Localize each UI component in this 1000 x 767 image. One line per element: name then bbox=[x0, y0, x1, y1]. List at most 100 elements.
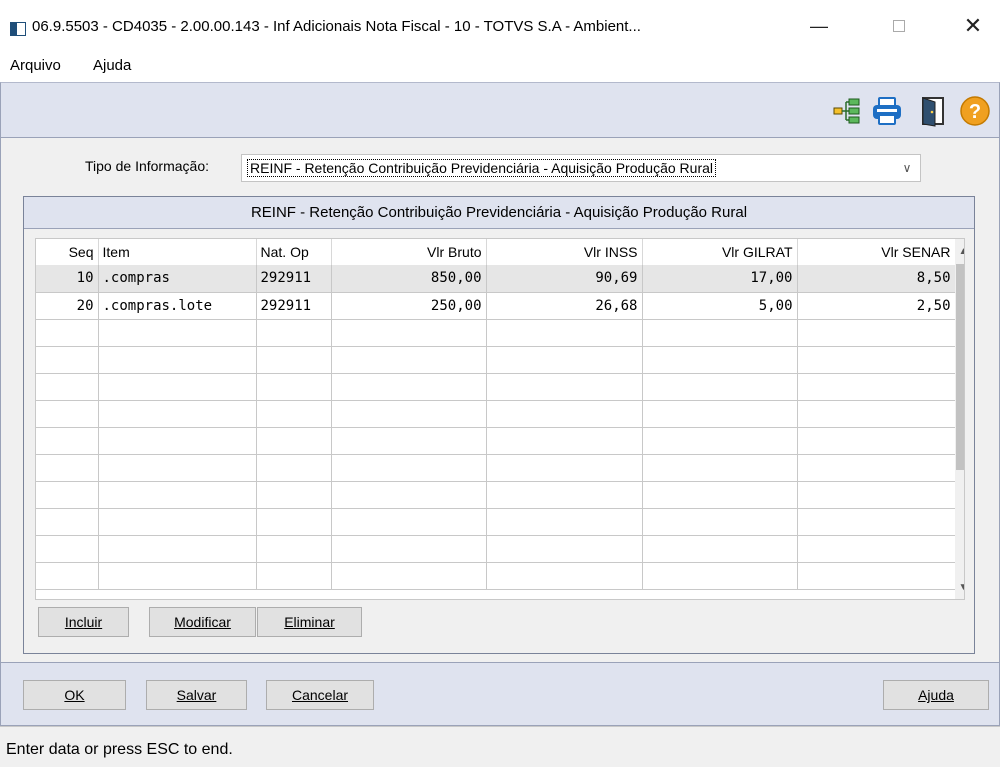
tipo-informacao-value: REINF - Retenção Contribuição Previdenci… bbox=[247, 159, 716, 177]
empty-cell bbox=[36, 508, 99, 536]
cancelar-button[interactable]: Cancelar bbox=[266, 680, 374, 710]
cell-vlr-senar: 8,50 bbox=[797, 265, 956, 293]
empty-cell bbox=[797, 427, 956, 455]
col-header-item[interactable]: Item bbox=[98, 239, 257, 265]
empty-cell bbox=[256, 373, 332, 401]
incluir-button[interactable]: Incluir bbox=[38, 607, 129, 637]
empty-cell bbox=[642, 454, 798, 482]
empty-cell bbox=[642, 346, 798, 374]
empty-cell bbox=[486, 562, 643, 590]
table-row[interactable]: 10 .compras 292911 850,00 90,69 17,00 8,… bbox=[36, 265, 956, 293]
help-icon-glyph: ? bbox=[969, 101, 981, 123]
empty-cell bbox=[331, 373, 487, 401]
empty-cell bbox=[331, 346, 487, 374]
empty-cell bbox=[642, 400, 798, 428]
empty-row bbox=[36, 346, 956, 374]
table-row[interactable]: 20 .compras.lote 292911 250,00 26,68 5,0… bbox=[36, 292, 956, 320]
empty-cell bbox=[797, 319, 956, 347]
empty-cell bbox=[36, 319, 99, 347]
grid-scrollbar[interactable]: ▲ ▼ bbox=[955, 239, 964, 599]
eliminar-button[interactable]: Eliminar bbox=[257, 607, 362, 637]
empty-cell bbox=[331, 427, 487, 455]
modificar-button[interactable]: Modificar bbox=[149, 607, 256, 637]
maximize-icon bbox=[893, 20, 905, 32]
empty-cell bbox=[98, 454, 257, 482]
ok-button[interactable]: OK bbox=[23, 680, 126, 710]
ajuda-button[interactable]: Ajuda bbox=[883, 680, 989, 710]
salvar-button[interactable]: Salvar bbox=[146, 680, 247, 710]
cell-vlr-bruto: 250,00 bbox=[331, 292, 487, 320]
empty-cell bbox=[36, 535, 99, 563]
empty-cell bbox=[98, 373, 257, 401]
footer-button-bar: OK Salvar Cancelar Ajuda bbox=[0, 662, 1000, 726]
empty-cell bbox=[98, 562, 257, 590]
empty-cell bbox=[36, 481, 99, 509]
empty-row bbox=[36, 400, 956, 428]
empty-cell bbox=[642, 373, 798, 401]
empty-cell bbox=[98, 535, 257, 563]
empty-cell bbox=[642, 481, 798, 509]
help-icon[interactable]: ? bbox=[959, 95, 991, 127]
col-header-vlr-senar[interactable]: Vlr SENAR bbox=[797, 239, 956, 265]
empty-row bbox=[36, 508, 956, 536]
empty-cell bbox=[36, 454, 99, 482]
empty-cell bbox=[797, 562, 956, 590]
scroll-down-icon[interactable]: ▼ bbox=[955, 579, 964, 595]
empty-cell bbox=[642, 319, 798, 347]
tipo-informacao-label: Tipo de Informação: bbox=[85, 158, 209, 174]
items-table: Seq Item Nat. Op Vlr Bruto Vlr INSS Vlr … bbox=[36, 239, 956, 590]
empty-cell bbox=[36, 346, 99, 374]
empty-cell bbox=[331, 562, 487, 590]
reinf-panel: REINF - Retenção Contribuição Previdenci… bbox=[23, 196, 975, 654]
menu-arquivo[interactable]: Arquivo bbox=[10, 57, 61, 74]
col-header-seq[interactable]: Seq bbox=[36, 239, 99, 265]
empty-cell bbox=[797, 454, 956, 482]
empty-row bbox=[36, 535, 956, 563]
minimize-button[interactable]: — bbox=[796, 8, 842, 44]
cell-vlr-senar: 2,50 bbox=[797, 292, 956, 320]
empty-cell bbox=[98, 319, 257, 347]
col-header-vlr-bruto[interactable]: Vlr Bruto bbox=[331, 239, 487, 265]
col-header-nat-op[interactable]: Nat. Op bbox=[256, 239, 332, 265]
items-grid[interactable]: Seq Item Nat. Op Vlr Bruto Vlr INSS Vlr … bbox=[35, 238, 965, 600]
empty-cell bbox=[642, 562, 798, 590]
cell-vlr-gilrat: 5,00 bbox=[642, 292, 798, 320]
app-icon bbox=[10, 22, 26, 36]
col-header-vlr-gilrat[interactable]: Vlr GILRAT bbox=[642, 239, 798, 265]
tipo-informacao-select[interactable]: REINF - Retenção Contribuição Previdenci… bbox=[241, 154, 921, 182]
cell-seq: 20 bbox=[36, 292, 99, 320]
close-button[interactable]: ✕ bbox=[950, 8, 996, 44]
printer-icon[interactable] bbox=[871, 95, 903, 127]
cell-item: .compras bbox=[98, 265, 257, 293]
empty-cell bbox=[256, 427, 332, 455]
cell-vlr-inss: 90,69 bbox=[486, 265, 643, 293]
scroll-thumb[interactable] bbox=[956, 264, 964, 470]
menu-bar: Arquivo Ajuda bbox=[0, 52, 1000, 82]
exit-door-icon[interactable] bbox=[917, 95, 949, 127]
menu-ajuda[interactable]: Ajuda bbox=[93, 57, 131, 74]
empty-cell bbox=[256, 346, 332, 374]
empty-cell bbox=[486, 319, 643, 347]
empty-cell bbox=[486, 400, 643, 428]
empty-cell bbox=[98, 346, 257, 374]
empty-cell bbox=[486, 454, 643, 482]
empty-cell bbox=[36, 427, 99, 455]
toolbar: ? bbox=[0, 82, 1000, 138]
empty-cell bbox=[98, 400, 257, 428]
scroll-up-icon[interactable]: ▲ bbox=[955, 243, 964, 259]
empty-cell bbox=[797, 481, 956, 509]
empty-cell bbox=[486, 427, 643, 455]
chevron-down-icon[interactable]: ∨ bbox=[894, 155, 920, 181]
status-text: Enter data or press ESC to end. bbox=[6, 741, 233, 758]
maximize-button[interactable] bbox=[876, 8, 922, 44]
col-header-vlr-inss[interactable]: Vlr INSS bbox=[486, 239, 643, 265]
cell-vlr-bruto: 850,00 bbox=[331, 265, 487, 293]
empty-cell bbox=[256, 535, 332, 563]
panel-title: REINF - Retenção Contribuição Previdenci… bbox=[24, 197, 974, 229]
tree-icon[interactable] bbox=[831, 95, 863, 127]
empty-row bbox=[36, 481, 956, 509]
empty-cell bbox=[256, 481, 332, 509]
empty-cell bbox=[486, 373, 643, 401]
empty-cell bbox=[797, 535, 956, 563]
empty-cell bbox=[642, 427, 798, 455]
